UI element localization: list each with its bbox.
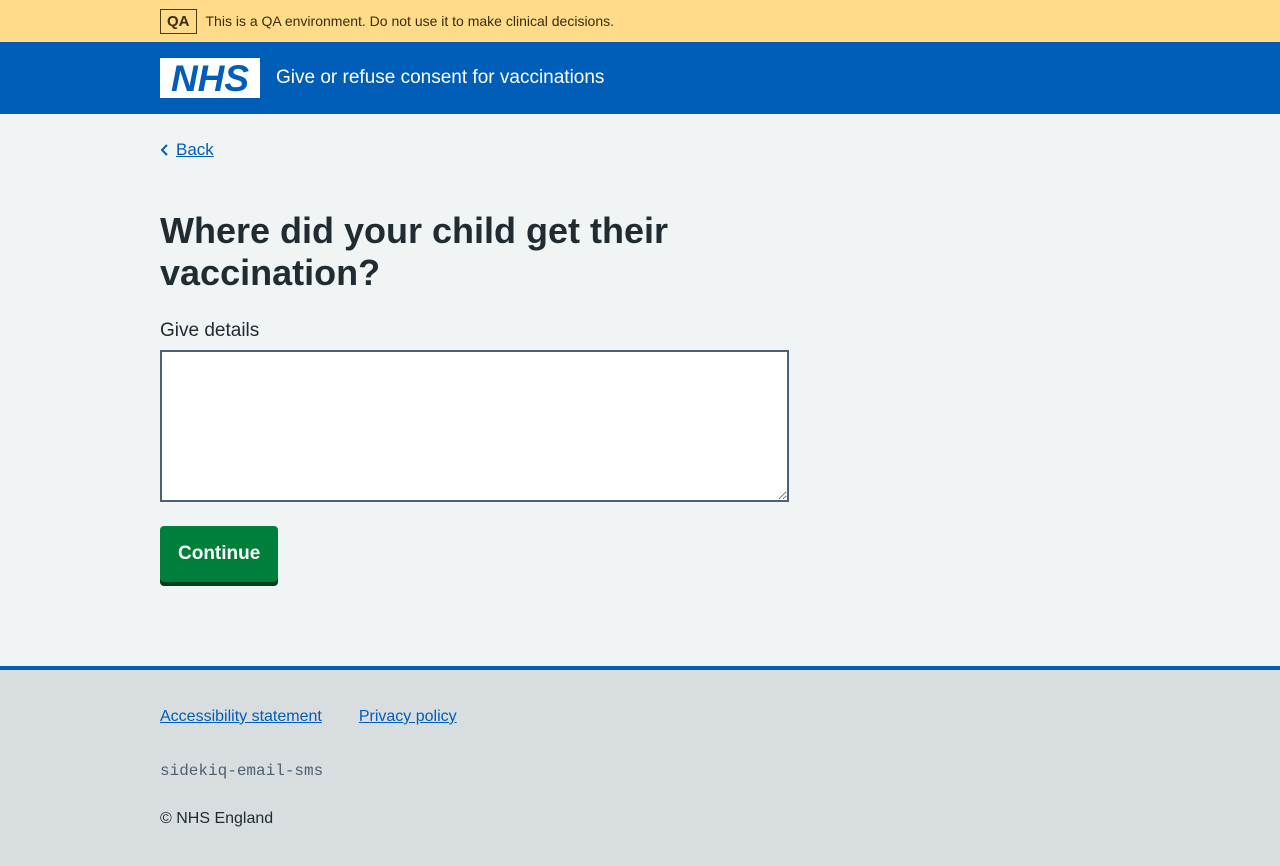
chevron-left-icon — [160, 144, 168, 156]
accessibility-statement-link[interactable]: Accessibility statement — [160, 708, 322, 726]
site-header: NHS Give or refuse consent for vaccinati… — [0, 42, 1280, 114]
give-details-label: Give details — [160, 320, 260, 341]
page: QA This is a QA environment. Do not use … — [0, 0, 1280, 866]
service-name[interactable]: Give or refuse consent for vaccinations — [276, 67, 604, 89]
qa-banner-message: This is a QA environment. Do not use it … — [205, 13, 615, 29]
back-link[interactable]: Back — [160, 140, 214, 160]
site-footer: Accessibility statement Privacy policy s… — [0, 666, 1280, 866]
qa-tag: QA — [160, 8, 197, 34]
footer-links: Accessibility statement Privacy policy — [160, 708, 1120, 726]
copyright: © NHS England — [160, 810, 274, 827]
page-title: Where did your child get their vaccinati… — [160, 210, 669, 293]
back-link-label: Back — [176, 140, 214, 159]
nhs-logo[interactable]: NHS — [160, 58, 260, 98]
environment-code: sidekiq-email-sms — [160, 762, 324, 780]
give-details-textarea[interactable] — [160, 350, 789, 502]
qa-environment-banner: QA This is a QA environment. Do not use … — [0, 0, 1280, 42]
nhs-logo-text: NHS — [171, 58, 249, 98]
continue-button[interactable]: Continue — [160, 526, 279, 582]
privacy-policy-link[interactable]: Privacy policy — [359, 708, 457, 726]
main-content: Back Where did your child get their vacc… — [0, 114, 1280, 666]
